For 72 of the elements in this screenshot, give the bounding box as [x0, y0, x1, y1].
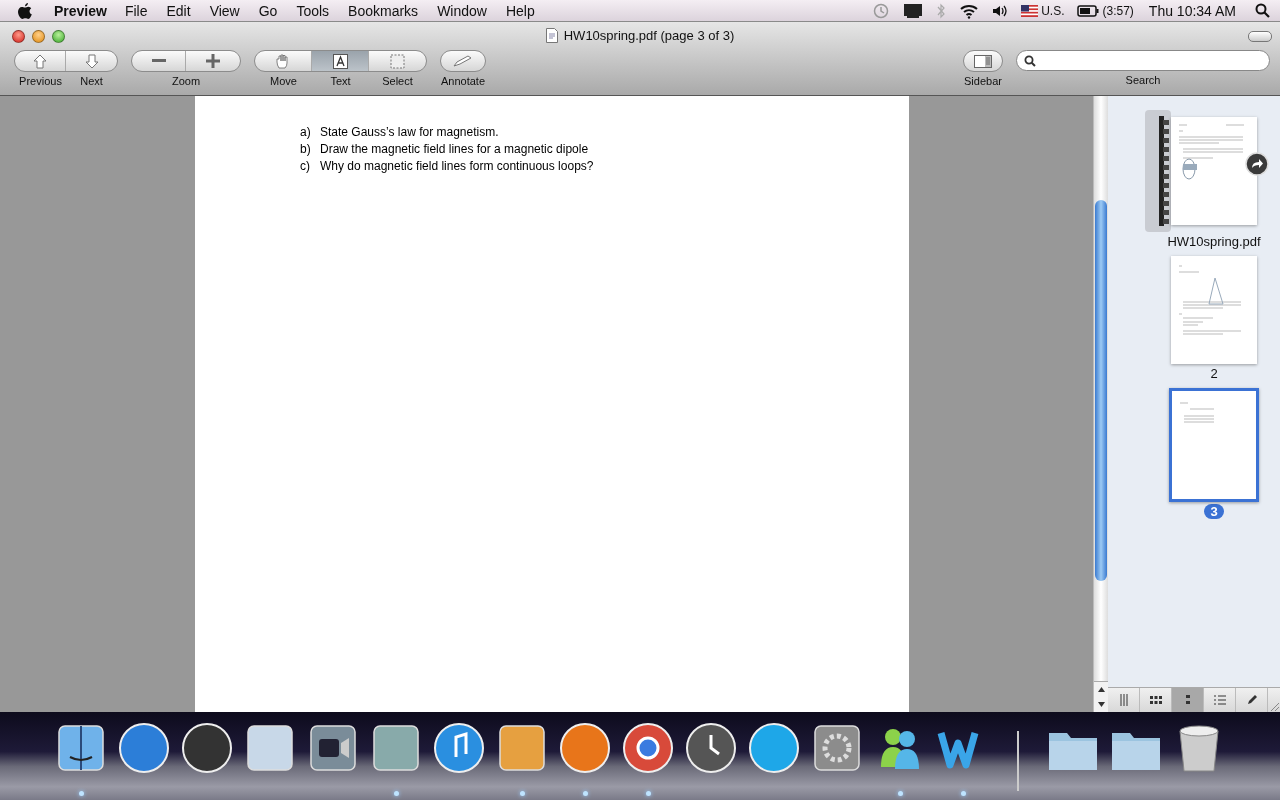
- up-arrow-icon: [33, 53, 47, 69]
- music-note-icon[interactable]: [432, 721, 486, 775]
- resize-grip-icon[interactable]: [1268, 700, 1280, 712]
- toolbar-label: Text: [329, 75, 352, 87]
- annotate-button[interactable]: [440, 50, 486, 72]
- flag-icon[interactable]: [1021, 4, 1039, 17]
- toolbar-label: Search: [1125, 74, 1161, 86]
- menu-item[interactable]: Go: [258, 2, 278, 19]
- toolbar-label: Zoom: [171, 75, 201, 87]
- wifi-icon[interactable]: [959, 2, 980, 19]
- list-marker: b): [300, 141, 312, 158]
- toolbar-segment[interactable]: [312, 51, 369, 71]
- thumbnail-caption: 3: [1204, 504, 1224, 519]
- question-text: Why do magnetic field lines form continuous loops?: [320, 158, 594, 175]
- dots-icon: [1185, 695, 1190, 705]
- menu-item[interactable]: File: [124, 2, 148, 19]
- ring-logo-icon[interactable]: [621, 721, 675, 775]
- list-marker: a): [300, 124, 312, 141]
- plus-icon: [206, 54, 220, 68]
- sidebar-button[interactable]: [963, 50, 1003, 72]
- dashed-square-icon: [390, 53, 405, 69]
- segmented-control[interactable]: [254, 50, 427, 72]
- toolbar-label: Previous: [18, 75, 63, 87]
- toolbar-label: Annotate: [440, 75, 485, 87]
- toolbar-toggle-button[interactable]: [1248, 30, 1272, 42]
- thumbnail-caption: 2: [1209, 366, 1219, 381]
- columns-icon: [1118, 694, 1129, 706]
- menu-item[interactable]: Help: [505, 2, 535, 19]
- window-title: HW10spring.pdf (page 3 of 3): [563, 28, 735, 43]
- display-icon[interactable]: [903, 2, 924, 19]
- toolbar-label: Select: [381, 75, 414, 87]
- battery-time[interactable]: (3:57): [1102, 3, 1134, 18]
- list-marker: c): [300, 158, 311, 175]
- minimize-button[interactable]: [32, 29, 45, 43]
- menu-item[interactable]: Tools: [296, 2, 330, 19]
- search-icon[interactable]: [1255, 3, 1270, 18]
- page-thumbnail[interactable]: [1171, 117, 1257, 225]
- thumbnail-caption: HW10spring.pdf: [1166, 234, 1262, 249]
- pencil-icon: [453, 55, 473, 67]
- page-thumbnail[interactable]: [1171, 256, 1257, 364]
- menu-item[interactable]: View: [209, 2, 240, 19]
- menu-item[interactable]: Bookmarks: [348, 2, 419, 19]
- pencil-icon: [1245, 694, 1258, 706]
- scrollbar-thumb[interactable]: [1095, 200, 1107, 581]
- toolbar-label: Next: [79, 75, 104, 87]
- document-icon: [545, 28, 558, 43]
- apple-logo-icon[interactable]: [18, 2, 32, 19]
- menu-clock[interactable]: Thu 10:34 AM: [1148, 2, 1236, 19]
- menu-item[interactable]: Edit: [166, 2, 191, 19]
- toolbar-label: Move: [269, 75, 298, 87]
- question-text: State Gauss’s law for magnetism.: [320, 124, 499, 141]
- search-field[interactable]: [1016, 50, 1270, 71]
- close-button[interactable]: [12, 29, 25, 43]
- zoom-button[interactable]: [52, 29, 65, 43]
- grid-icon: [1149, 696, 1162, 704]
- minus-icon: [151, 59, 166, 63]
- page-thumbnail[interactable]: [1169, 388, 1259, 502]
- text-box-icon: [332, 53, 348, 69]
- binder-icon: [1145, 110, 1171, 232]
- toolbar-label: Sidebar: [964, 75, 1002, 87]
- battery-icon[interactable]: [1077, 4, 1100, 17]
- view-mode-button[interactable]: [1172, 688, 1204, 712]
- question-text: Draw the magnetic field lines for a magnetic dipole: [320, 141, 589, 158]
- segmented-control[interactable]: [131, 50, 241, 72]
- input-source-label[interactable]: U.S.: [1041, 3, 1065, 18]
- list-icon: [1213, 695, 1226, 705]
- sidebar-icon: [974, 54, 992, 68]
- app-menu[interactable]: Preview: [54, 2, 107, 19]
- search-icon: [1024, 54, 1036, 67]
- down-arrow-icon: [84, 53, 99, 69]
- menu-item[interactable]: Window: [437, 2, 487, 19]
- hand-icon: [276, 53, 290, 69]
